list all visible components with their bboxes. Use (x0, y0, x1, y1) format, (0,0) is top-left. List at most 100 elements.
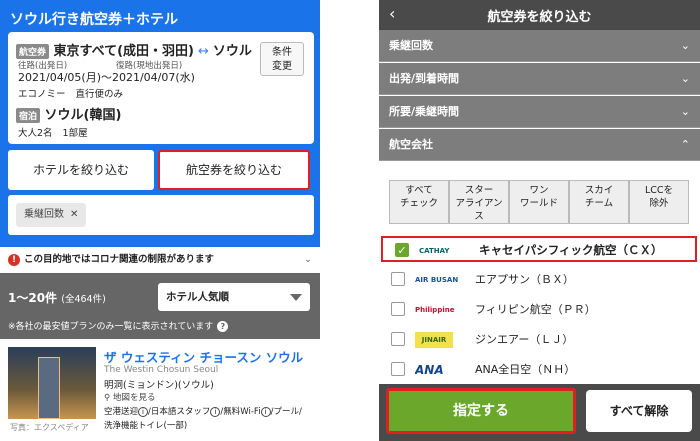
stay-city: ソウル(韓国) (44, 108, 122, 123)
result-total: (全464件) (61, 294, 106, 305)
travel-dates: 2021/04/05(月)〜2021/04/07(水) (18, 71, 195, 84)
airline-name: キャセイパシフィック航空（ＣＸ） (479, 243, 663, 257)
result-count: 1〜20件 (全464件) (8, 289, 106, 306)
pin-icon: ⚲ (104, 393, 111, 403)
active-filters: 乗継回数 ✕ (8, 195, 314, 235)
airline-row-lj[interactable]: JINAIR ジンエアー（ＬＪ） (379, 327, 700, 353)
checkbox[interactable] (391, 362, 405, 376)
chevron-down-icon: ⌄ (680, 105, 690, 118)
airline-row-nh[interactable]: ANA ANA全日空（ＮＨ） (379, 357, 700, 383)
ana-logo-icon: ANA (415, 363, 444, 377)
qf-line: スカイ (584, 185, 614, 196)
star-alliance-button[interactable]: スター アライアンス (449, 180, 509, 224)
close-icon[interactable]: ✕ (70, 209, 78, 220)
section-duration[interactable]: 所要/乗継時間 ⌄ (379, 96, 700, 128)
map-link[interactable]: ⚲ 地図を見る (104, 391, 155, 403)
filter-header: ‹ 航空券を絞り込む (379, 0, 700, 30)
qf-line: すべて (405, 185, 433, 196)
destination: ソウル (212, 44, 252, 59)
airline-options: すべてチェック スター アライアンス ワン ワールド スカイチーム LCCを除外 ✓… (379, 162, 700, 380)
stay-row: 宿泊 ソウル(韓国) (16, 104, 121, 123)
chevron-down-icon: ⌄ (304, 254, 312, 265)
feature-4: プール (273, 407, 299, 417)
hotel-tag: 宿泊 (16, 108, 41, 123)
qf-line: LCCを (644, 185, 674, 196)
airline-name: ANA全日空（ＮＨ） (475, 363, 576, 376)
airline-name: ジンエアー（ＬＪ） (475, 333, 574, 346)
filter-chip-label: 乗継回数 (24, 209, 64, 220)
right-panel: ‹ 航空券を絞り込む 乗継回数 ⌄ 出発/到着時間 ⌄ 所要/乗継時間 ⌄ 航空会社 ⌃… (379, 0, 700, 441)
chevron-down-icon: ⌄ (680, 39, 690, 52)
filter-hotel-button[interactable]: ホテルを絞り込む (8, 150, 154, 190)
exclude-lcc-button[interactable]: LCCを除外 (629, 180, 689, 224)
action-bar: 指定する すべて解除 (379, 384, 700, 441)
filter-buttons: ホテルを絞り込む 航空券を絞り込む (0, 150, 320, 190)
filter-chip[interactable]: 乗継回数 ✕ (16, 203, 87, 227)
section-transfers[interactable]: 乗継回数 ⌄ (379, 30, 700, 62)
change-label-1: 条件 (272, 47, 292, 58)
section-label: 航空会社 (389, 138, 433, 151)
guests-info: 大人2名 1部屋 (18, 125, 98, 139)
qf-line: チェック (399, 198, 438, 209)
info-icon[interactable]: i (260, 407, 271, 417)
cathay-logo-icon: CATHAY PACIFIC (419, 247, 450, 255)
checkbox[interactable] (391, 272, 405, 286)
oneworld-button[interactable]: ワン ワールド (509, 180, 569, 224)
qf-line: チーム (584, 198, 614, 209)
result-range: 1〜20件 (8, 291, 58, 305)
cabin-info: エコノミー 直行便のみ (18, 86, 133, 100)
feature-3: 無料Wi-Fi (223, 407, 261, 417)
qf-line: 除外 (649, 198, 669, 209)
covid-notice[interactable]: ! この目的地ではコロナ関連の制限があります ⌄ (0, 247, 320, 273)
section-times[interactable]: 出発/到着時間 ⌄ (379, 63, 700, 95)
checkbox-checked[interactable]: ✓ (395, 243, 409, 257)
price-note-text: ※各社の最安値プランのみ一覧に表示されています (8, 322, 214, 332)
qf-line: スター (464, 185, 494, 196)
qf-line: ワールド (519, 198, 558, 209)
feature-5: 洗浄機能トイレ(一部) (104, 421, 188, 431)
origin: 東京すべて(成田・羽田) (53, 44, 194, 59)
info-icon[interactable]: i (210, 407, 221, 417)
chevron-up-icon: ⌃ (680, 138, 690, 151)
filter-air-button[interactable]: 航空券を絞り込む (158, 150, 310, 190)
checkbox[interactable] (391, 332, 405, 346)
photo-credit: 写真：エクスペディア (10, 423, 89, 432)
hotel-name-en: The Westin Chosun Seoul (104, 365, 219, 375)
hotel-area: 明洞(ミョンドン)(ソウル) (104, 380, 214, 391)
page-title: ソウル行き航空券＋ホテル (10, 12, 178, 28)
check-all-button[interactable]: すべて チェック (389, 180, 449, 224)
arrows-icon: ↔ (198, 44, 209, 59)
hotel-card[interactable]: 写真：エクスペディア ザ ウェスティン チョースン ソウル The Westin… (0, 339, 320, 441)
air-tag: 航空券 (16, 44, 50, 59)
change-conditions-button[interactable]: 条件 変更 (260, 42, 304, 76)
airline-name: フィリピン航空（ＰＲ） (475, 303, 596, 316)
clear-all-button[interactable]: すべて解除 (586, 390, 692, 432)
section-label: 出発/到着時間 (389, 72, 460, 85)
dropdown-icon (290, 294, 302, 301)
warning-icon: ! (8, 253, 20, 266)
airline-name: エアプサン（ＢＸ） (475, 273, 574, 286)
price-note: ※各社の最安値プランのみ一覧に表示されています? (8, 319, 229, 332)
airline-row-cx[interactable]: ✓ CATHAY PACIFIC キャセイパシフィック航空（ＣＸ） (381, 236, 697, 262)
section-airlines[interactable]: 航空会社 ⌃ (379, 129, 700, 161)
apply-button[interactable]: 指定する (386, 388, 576, 434)
feature-1: 空港送迎 (104, 407, 139, 417)
hotel-name[interactable]: ザ ウェスティン チョースン ソウル (104, 347, 303, 366)
alliance-filters: すべてチェック スター アライアンス ワン ワールド スカイチーム LCCを除外 (389, 180, 689, 224)
sort-select[interactable]: ホテル人気順 (158, 283, 310, 311)
hotel-photo[interactable] (8, 347, 96, 419)
checkbox[interactable] (391, 302, 405, 316)
filter-title: 航空券を絞り込む (487, 10, 592, 25)
info-icon[interactable]: i (138, 407, 149, 417)
search-summary-card: 航空券 東京すべて(成田・羽田) ↔ ソウル 往路(出発日) 復路(現地出発日) 2… (8, 32, 314, 144)
airline-row-bx[interactable]: AIR BUSAN エアプサン（ＢＸ） (379, 267, 700, 293)
route: 航空券 東京すべて(成田・羽田) ↔ ソウル (16, 40, 252, 59)
notice-text: この目的地ではコロナ関連の制限があります (24, 254, 215, 265)
airline-row-pr[interactable]: Philippine Airlines フィリピン航空（ＰＲ） (379, 297, 700, 323)
help-icon[interactable]: ? (217, 321, 229, 332)
cabin-class: エコノミー (18, 89, 66, 100)
skyteam-button[interactable]: スカイ チーム (569, 180, 629, 224)
section-label: 所要/乗継時間 (389, 105, 460, 118)
left-panel: ソウル行き航空券＋ホテル 航空券 東京すべて(成田・羽田) ↔ ソウル 往路(出発日… (0, 0, 320, 441)
direct-only: 直行便のみ (75, 89, 124, 100)
